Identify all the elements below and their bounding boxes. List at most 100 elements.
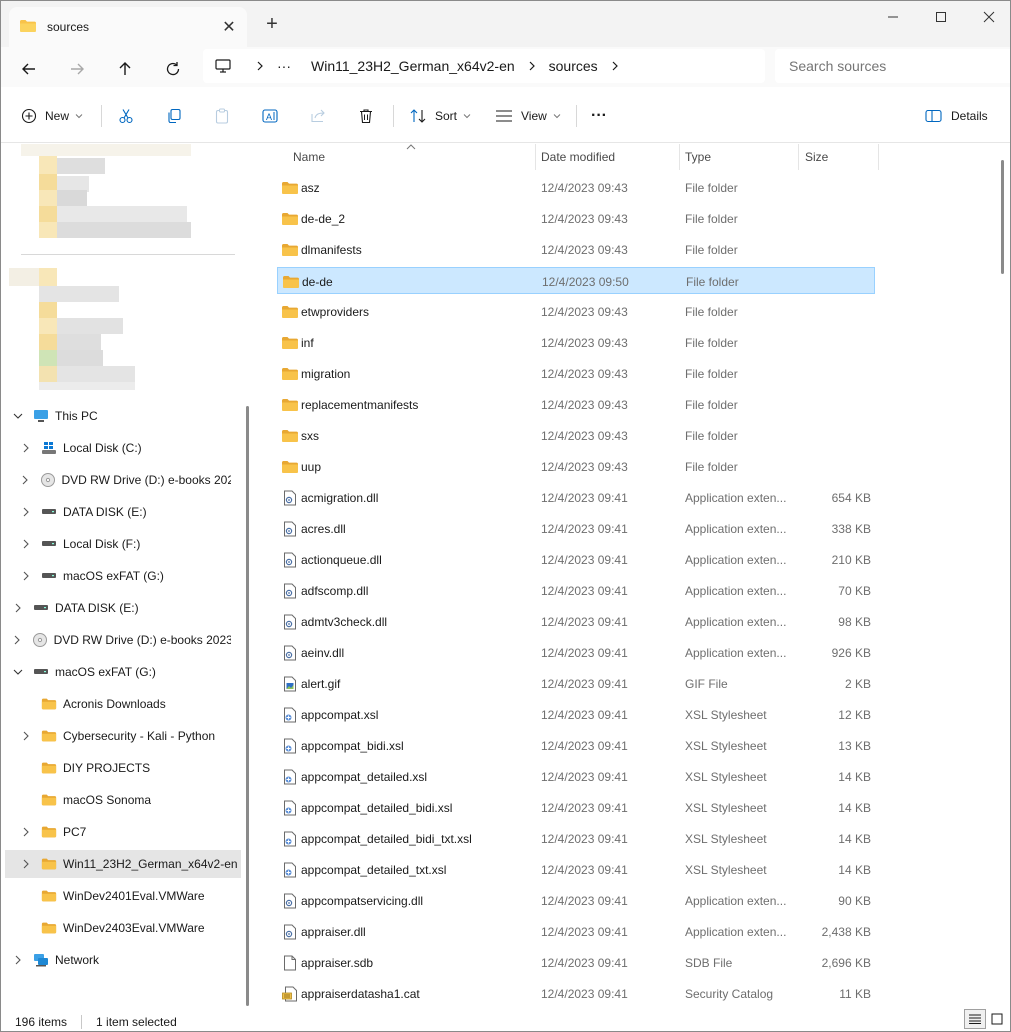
- chevron-right-icon[interactable]: [19, 859, 33, 869]
- nav-scrollbar[interactable]: [244, 144, 251, 1010]
- file-row[interactable]: appcompat_detailed_bidi.xsl 12/4/2023 09:…: [277, 794, 875, 821]
- maximize-icon[interactable]: [917, 1, 965, 33]
- file-row[interactable]: appcompatservicing.dll 12/4/2023 09:41 App…: [277, 887, 875, 914]
- paste-button[interactable]: [214, 101, 230, 131]
- forward-arrow-icon[interactable]: [61, 53, 93, 85]
- breadcrumb-item-win11[interactable]: Win11_23H2_German_x64v2-en: [311, 58, 515, 74]
- chevron-right-icon[interactable]: [598, 61, 632, 71]
- nav-item[interactable]: WinDev2403Eval.VMWare: [19, 914, 231, 942]
- chevron-right-icon[interactable]: [19, 827, 33, 837]
- nav-item[interactable]: Network: [11, 946, 231, 974]
- nav-item[interactable]: Win11_23H2_German_x64v2-en: [5, 850, 241, 878]
- share-button[interactable]: [310, 101, 326, 131]
- up-arrow-icon[interactable]: [109, 53, 141, 85]
- nav-item[interactable]: Acronis Downloads: [19, 690, 231, 718]
- nav-item[interactable]: DIY PROJECTS: [19, 754, 231, 782]
- file-row[interactable]: dlmanifests 12/4/2023 09:43 File folder: [277, 236, 875, 263]
- view-button[interactable]: View: [495, 101, 561, 131]
- file-row[interactable]: sxs 12/4/2023 09:43 File folder: [277, 422, 875, 449]
- nav-item[interactable]: DATA DISK (E:): [19, 498, 231, 526]
- column-header-date[interactable]: Date modified: [541, 144, 615, 170]
- breadcrumb[interactable]: ··· Win11_23H2_German_x64v2-en sources: [203, 49, 765, 83]
- file-row[interactable]: appraiser.sdb 12/4/2023 09:41 SDB File 2,69…: [277, 949, 875, 976]
- chevron-right-icon[interactable]: [19, 507, 33, 517]
- chevron-down-icon[interactable]: [11, 668, 25, 676]
- chevron-right-icon[interactable]: [19, 571, 33, 581]
- nav-item[interactable]: Local Disk (C:): [19, 434, 231, 462]
- column-header-type[interactable]: Type: [685, 144, 711, 170]
- search-box[interactable]: [775, 49, 1010, 83]
- file-row[interactable]: inf 12/4/2023 09:43 File folder: [277, 329, 875, 356]
- file-list[interactable]: Name Date modified Type Size asz 12/4/202…: [261, 144, 997, 1010]
- nav-item[interactable]: macOS exFAT (G:): [19, 562, 231, 590]
- chevron-right-icon[interactable]: [19, 443, 33, 453]
- file-row[interactable]: adfscomp.dll 12/4/2023 09:41 Application e…: [277, 577, 875, 604]
- nav-item[interactable]: DVD RW Drive (D:) e-books 2023-20: [11, 626, 231, 654]
- file-row[interactable]: appcompat_detailed_bidi_txt.xsl 12/4/2023…: [277, 825, 875, 852]
- refresh-icon[interactable]: [157, 53, 189, 85]
- nav-item[interactable]: DVD RW Drive (D:) e-books 2023-2: [19, 466, 231, 494]
- file-row[interactable]: alert.gif 12/4/2023 09:41 GIF File 2 KB: [277, 670, 875, 697]
- file-row[interactable]: admtv3check.dll 12/4/2023 09:41 Applicatio…: [277, 608, 875, 635]
- close-window-icon[interactable]: [965, 1, 1010, 33]
- chevron-right-icon[interactable]: [11, 955, 25, 965]
- navigation-pane[interactable]: This PC Local Disk (C:) DVD RW Drive (D:) …: [1, 144, 251, 1010]
- chevron-right-icon[interactable]: [11, 635, 24, 645]
- delete-button[interactable]: [358, 101, 374, 131]
- file-row[interactable]: appcompat_detailed.xsl 12/4/2023 09:41 XSL…: [277, 763, 875, 790]
- new-button[interactable]: New: [21, 101, 83, 131]
- nav-item[interactable]: This PC: [11, 402, 231, 430]
- nav-item[interactable]: PC7: [19, 818, 231, 846]
- file-row[interactable]: migration 12/4/2023 09:43 File folder: [277, 360, 875, 387]
- nav-item[interactable]: DATA DISK (E:): [11, 594, 231, 622]
- file-row[interactable]: appcompat_detailed_txt.xsl 12/4/2023 09:4…: [277, 856, 875, 883]
- file-row[interactable]: de-de_2 12/4/2023 09:43 File folder: [277, 205, 875, 232]
- file-row[interactable]: actionqueue.dll 12/4/2023 09:41 Applicatio…: [277, 546, 875, 573]
- details-pane-button[interactable]: Details: [925, 101, 988, 131]
- chevron-right-icon[interactable]: [515, 61, 549, 71]
- file-row[interactable]: acres.dll 12/4/2023 09:41 Application exte…: [277, 515, 875, 542]
- back-arrow-icon[interactable]: [13, 53, 45, 85]
- nav-item[interactable]: macOS Sonoma: [19, 786, 231, 814]
- file-row[interactable]: replacementmanifests 12/4/2023 09:43 File …: [277, 391, 875, 418]
- column-header-size[interactable]: Size: [805, 144, 828, 170]
- details-view-toggle[interactable]: [964, 1009, 986, 1029]
- minimize-icon[interactable]: [869, 1, 917, 33]
- sort-button[interactable]: Sort: [409, 101, 471, 131]
- file-row[interactable]: appcompat.xsl 12/4/2023 09:41 XSL Styleshe…: [277, 701, 875, 728]
- chevron-right-icon[interactable]: [19, 539, 33, 549]
- chevron-right-icon[interactable]: [243, 61, 277, 71]
- chevron-right-icon[interactable]: [19, 475, 32, 485]
- file-list-scrollbar[interactable]: [997, 144, 1009, 1010]
- file-row[interactable]: asz 12/4/2023 09:43 File folder: [277, 174, 875, 201]
- file-row[interactable]: de-de 12/4/2023 09:50 File folder: [277, 267, 875, 294]
- nav-scrollbar-thumb[interactable]: [246, 406, 249, 1006]
- file-row[interactable]: acmigration.dll 12/4/2023 09:41 Applicatio…: [277, 484, 875, 511]
- new-tab-button[interactable]: +: [259, 13, 285, 37]
- breadcrumb-ellipsis[interactable]: ···: [277, 58, 291, 74]
- rename-button[interactable]: A: [262, 101, 280, 131]
- tab-sources[interactable]: sources ✕: [9, 7, 247, 47]
- copy-button[interactable]: [166, 101, 182, 131]
- nav-item[interactable]: macOS exFAT (G:): [11, 658, 231, 686]
- chevron-right-icon[interactable]: [11, 603, 25, 613]
- large-icons-view-toggle[interactable]: [986, 1009, 1008, 1029]
- chevron-down-icon[interactable]: [11, 412, 25, 420]
- monitor-icon[interactable]: [203, 59, 243, 73]
- more-options-button[interactable]: ···: [591, 101, 607, 131]
- file-row[interactable]: etwproviders 12/4/2023 09:43 File folder: [277, 298, 875, 325]
- file-row[interactable]: aeinv.dll 12/4/2023 09:41 Application exte…: [277, 639, 875, 666]
- column-header-name[interactable]: Name: [293, 144, 325, 170]
- nav-item[interactable]: WinDev2401Eval.VMWare: [19, 882, 231, 910]
- chevron-right-icon[interactable]: [19, 731, 33, 741]
- nav-item[interactable]: Cybersecurity - Kali - Python: [19, 722, 231, 750]
- file-row[interactable]: appcompat_bidi.xsl 12/4/2023 09:41 XSL Sty…: [277, 732, 875, 759]
- cut-button[interactable]: [118, 101, 134, 131]
- file-list-scrollbar-thumb[interactable]: [1001, 160, 1004, 274]
- file-row[interactable]: appraiserdatasha1.cat 12/4/2023 09:41 Secu…: [277, 980, 875, 1007]
- file-row[interactable]: uup 12/4/2023 09:43 File folder: [277, 453, 875, 480]
- close-tab-icon[interactable]: ✕: [215, 17, 243, 37]
- file-row[interactable]: appraiser.dll 12/4/2023 09:41 Application …: [277, 918, 875, 945]
- search-input[interactable]: [789, 58, 989, 74]
- breadcrumb-item-sources[interactable]: sources: [549, 58, 598, 74]
